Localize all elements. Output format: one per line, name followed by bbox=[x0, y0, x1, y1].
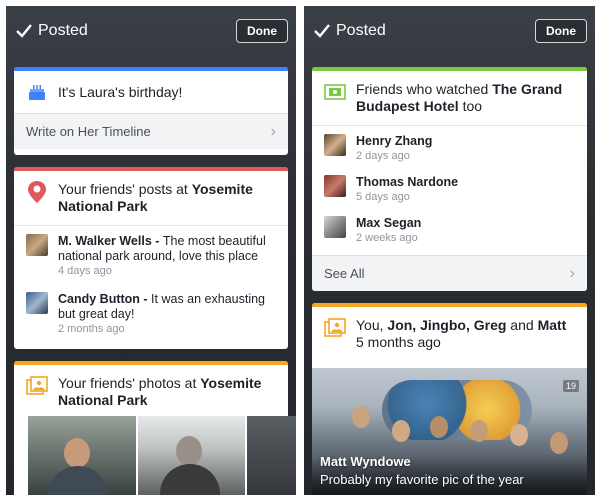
photo-thumbnail[interactable] bbox=[138, 416, 245, 495]
photo-owner-name[interactable]: Matt Wyndowe bbox=[320, 454, 411, 469]
posted-label: Posted bbox=[336, 22, 386, 39]
tagged-header: You, Jon, Jingbo, Greg and Matt 5 months… bbox=[312, 307, 587, 361]
left-screen: Posted Done It's Laura's birthday! Write… bbox=[6, 6, 296, 495]
group-photo[interactable]: 19 Matt Wyndowe Probably my favorite pic… bbox=[312, 368, 587, 495]
person-face bbox=[64, 438, 90, 468]
photo-thumbnail[interactable] bbox=[246, 416, 296, 495]
person-body bbox=[48, 466, 108, 495]
posted-indicator: Posted bbox=[314, 22, 386, 40]
author-name[interactable]: M. Walker Wells - bbox=[58, 234, 163, 248]
avatar[interactable] bbox=[324, 175, 346, 197]
avatar[interactable] bbox=[26, 292, 48, 314]
tagged-card: You, Jon, Jingbo, Greg and Matt 5 months… bbox=[312, 303, 587, 369]
avatar[interactable] bbox=[324, 216, 346, 238]
person-face bbox=[352, 406, 370, 428]
person-face bbox=[510, 424, 528, 446]
movie-card: Friends who watched The Grand Budapest H… bbox=[312, 67, 587, 291]
you-label: You, bbox=[356, 317, 388, 333]
right-screen: Posted Done Friends who watched The Gran… bbox=[304, 6, 595, 495]
checkmark-icon bbox=[16, 24, 32, 38]
friend-row[interactable]: Thomas Nardone 5 days ago bbox=[312, 169, 587, 210]
movie-header: Friends who watched The Grand Budapest H… bbox=[312, 71, 587, 125]
birthday-text: It's Laura's birthday! bbox=[58, 83, 183, 100]
title-prefix: Your friends' photos at bbox=[58, 375, 201, 391]
friend-time: 2 days ago bbox=[356, 150, 410, 162]
post-time: 4 days ago bbox=[58, 265, 112, 277]
and-label: and bbox=[506, 317, 538, 333]
friend-row[interactable]: Max Segan 2 weeks ago bbox=[312, 210, 587, 255]
photos-icon bbox=[324, 317, 346, 339]
tagged-time: 5 months ago bbox=[356, 334, 441, 350]
done-button[interactable]: Done bbox=[236, 19, 288, 43]
person-face bbox=[392, 420, 410, 442]
photo-thumbnail[interactable] bbox=[28, 416, 137, 495]
see-all-link[interactable]: See All › bbox=[312, 255, 587, 291]
person-face bbox=[470, 420, 488, 442]
yosemite-posts-header: Your friends' posts at Yosemite National… bbox=[14, 171, 288, 225]
write-timeline-label: Write on Her Timeline bbox=[26, 124, 151, 139]
friend-name[interactable]: Max Segan bbox=[356, 216, 421, 231]
chevron-right-icon: › bbox=[270, 122, 276, 140]
done-button[interactable]: Done bbox=[535, 19, 587, 43]
person-face bbox=[550, 432, 568, 454]
yosemite-photos-title: Your friends' photos at Yosemite Nationa… bbox=[58, 375, 278, 409]
yosemite-posts-card: Your friends' posts at Yosemite National… bbox=[14, 167, 288, 349]
top-bar: Posted Done bbox=[6, 6, 296, 62]
avatar[interactable] bbox=[324, 134, 346, 156]
person-face bbox=[430, 416, 448, 438]
photo-caption: Probably my favorite pic of the year bbox=[320, 472, 524, 487]
photo-counter: 19 bbox=[562, 380, 579, 392]
movie-title: Friends who watched The Grand Budapest H… bbox=[356, 81, 577, 115]
post-row[interactable]: M. Walker Wells - The most beautiful nat… bbox=[14, 226, 288, 284]
avatar[interactable] bbox=[26, 234, 48, 256]
cake-icon bbox=[26, 81, 48, 103]
friend-time: 2 weeks ago bbox=[356, 232, 418, 244]
friend-time: 5 days ago bbox=[356, 191, 410, 203]
tagged-last-name[interactable]: Matt bbox=[538, 317, 567, 333]
checkmark-icon bbox=[314, 24, 330, 38]
author-name[interactable]: Candy Button - bbox=[58, 292, 151, 306]
ticket-icon bbox=[324, 81, 346, 103]
birthday-card: It's Laura's birthday! Write on Her Time… bbox=[14, 67, 288, 155]
yosemite-posts-title: Your friends' posts at Yosemite National… bbox=[58, 181, 278, 215]
title-suffix: too bbox=[458, 98, 483, 114]
friend-name[interactable]: Thomas Nardone bbox=[356, 175, 458, 190]
top-bar: Posted Done bbox=[304, 6, 595, 62]
friend-row[interactable]: Henry Zhang 2 days ago bbox=[312, 126, 587, 169]
post-body: Candy Button - It was an exhausting but … bbox=[58, 292, 278, 322]
photo-strip[interactable] bbox=[28, 416, 296, 495]
yosemite-photos-header: Your friends' photos at Yosemite Nationa… bbox=[14, 365, 288, 419]
chevron-right-icon: › bbox=[569, 264, 575, 282]
person-face bbox=[176, 436, 203, 466]
posted-indicator: Posted bbox=[16, 22, 88, 40]
tagged-title: You, Jon, Jingbo, Greg and Matt 5 months… bbox=[356, 317, 566, 351]
post-row[interactable]: Candy Button - It was an exhausting but … bbox=[14, 284, 288, 342]
person-body bbox=[160, 464, 221, 495]
title-prefix: Friends who watched bbox=[356, 81, 493, 97]
location-pin-icon bbox=[26, 181, 48, 203]
tagged-names[interactable]: Jon, Jingbo, Greg bbox=[387, 317, 506, 333]
post-body: M. Walker Wells - The most beautiful nat… bbox=[58, 234, 278, 264]
post-time: 2 months ago bbox=[58, 323, 125, 335]
title-prefix: Your friends' posts at bbox=[58, 181, 192, 197]
birthday-header: It's Laura's birthday! bbox=[14, 71, 288, 113]
posted-label: Posted bbox=[38, 22, 88, 39]
photos-icon bbox=[26, 375, 48, 397]
see-all-label: See All bbox=[324, 266, 365, 281]
write-timeline-link[interactable]: Write on Her Timeline › bbox=[14, 113, 288, 149]
friend-name[interactable]: Henry Zhang bbox=[356, 134, 432, 149]
